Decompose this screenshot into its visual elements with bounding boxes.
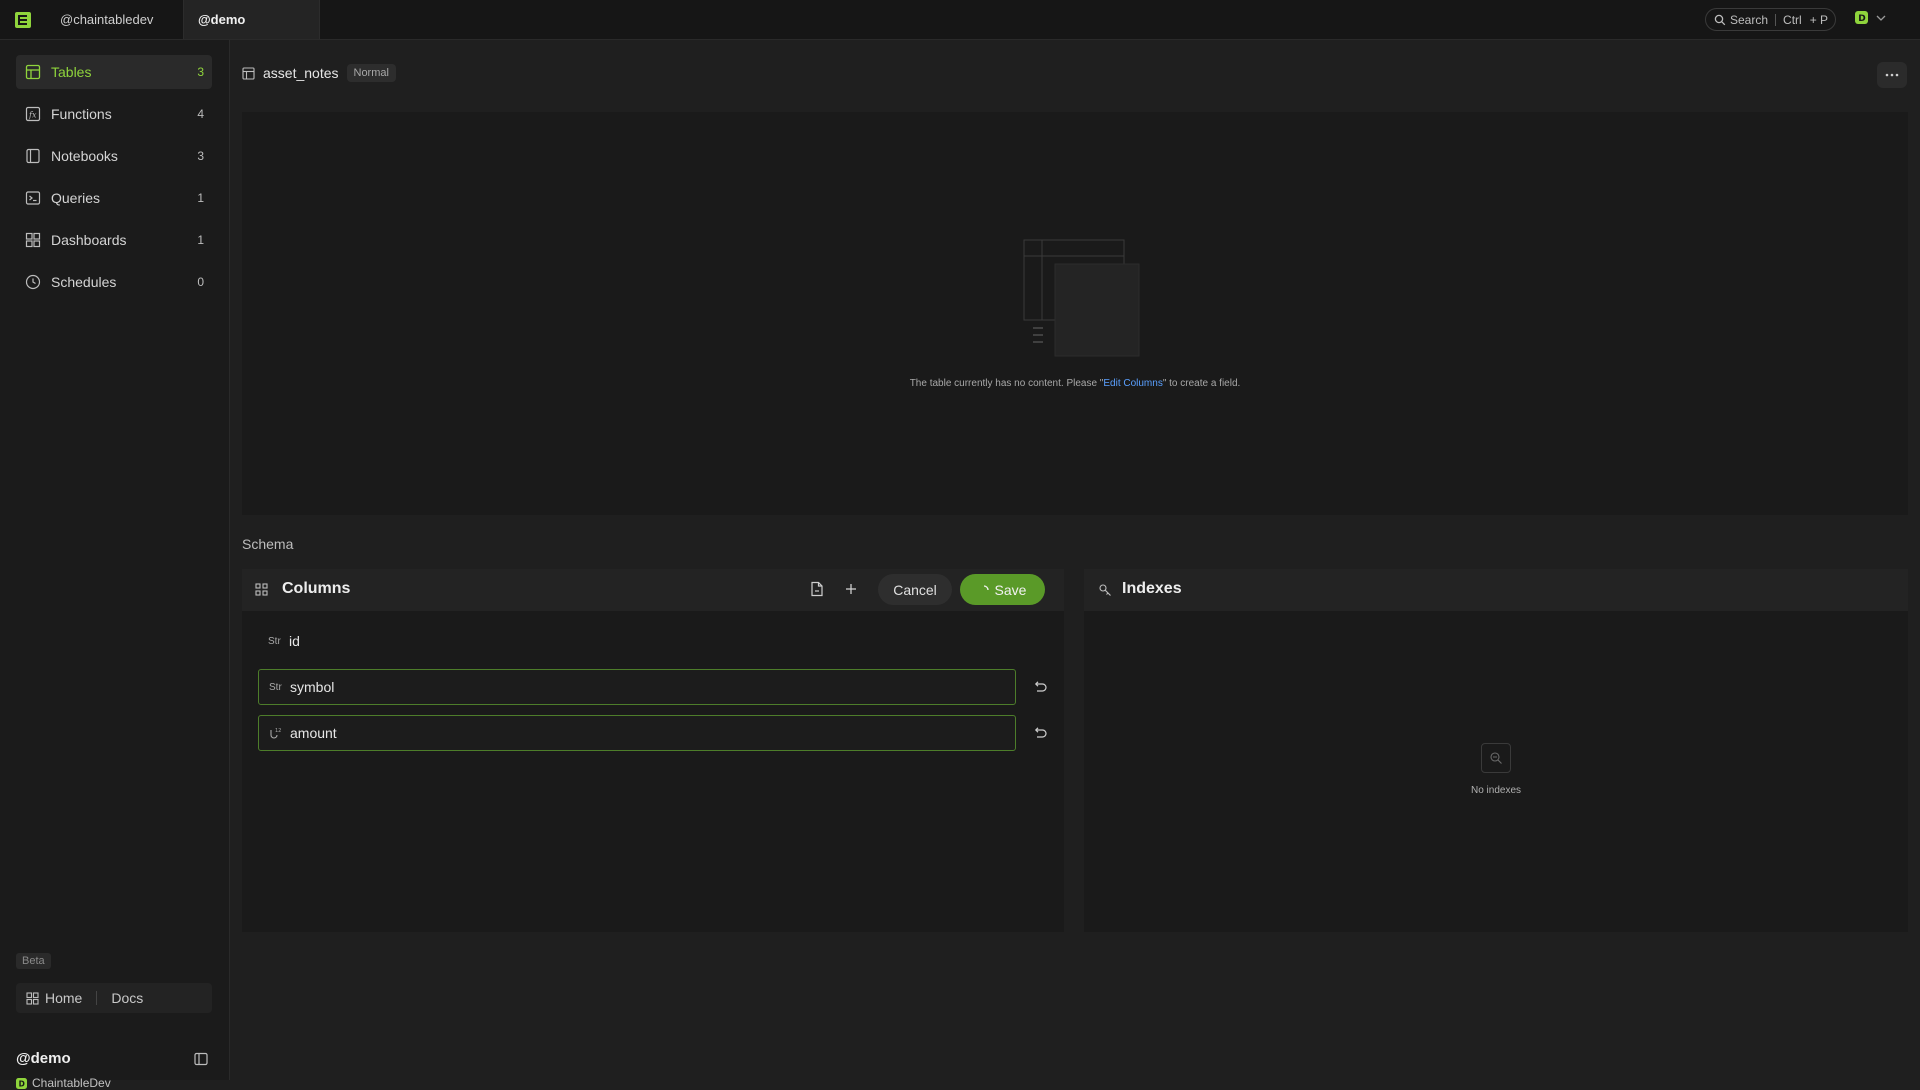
chevron-down-icon — [1876, 15, 1886, 21]
columns-grid-icon — [255, 583, 268, 596]
docs-link[interactable]: Docs — [111, 990, 143, 1006]
table-icon — [25, 64, 41, 80]
empty-message-text-end: " to create a field. — [1162, 378, 1241, 389]
search-label: Search — [1730, 12, 1769, 27]
function-icon: fx — [25, 106, 41, 122]
no-indexes-text: No indexes — [1470, 785, 1522, 796]
cancel-button[interactable]: Cancel — [878, 574, 952, 605]
loading-spinner-icon — [983, 584, 989, 590]
tab-chaintabledev[interactable]: @chaintabledev — [46, 0, 183, 39]
user-menu[interactable]: D — [1855, 11, 1886, 24]
svg-text:123: 123 — [275, 728, 281, 734]
undo-amount-button[interactable] — [1032, 725, 1048, 741]
sidebar-item-label: Queries — [51, 190, 101, 206]
sidebar-item-count: 4 — [197, 107, 204, 121]
home-docs-bar: Home Docs — [16, 983, 212, 1013]
terminal-icon — [25, 191, 41, 205]
column-type: Str — [269, 681, 282, 693]
indexes-header: Indexes — [1084, 569, 1908, 611]
table-icon — [242, 66, 255, 80]
columns-header: Columns Cancel Save — [242, 569, 1064, 611]
document-icon — [811, 581, 823, 597]
dashboard-icon — [25, 232, 41, 248]
more-options-button[interactable] — [1877, 62, 1907, 88]
column-name: id — [289, 633, 300, 649]
edit-columns-link[interactable]: Edit Columns — [1103, 378, 1162, 389]
sidebar-item-queries[interactable]: Queries 1 — [16, 181, 212, 215]
sidebar-item-label: Notebooks — [51, 148, 118, 164]
svg-text:D: D — [19, 1079, 25, 1088]
column-type: Str — [268, 635, 281, 647]
sidebar-item-count: 1 — [197, 233, 204, 247]
indexes-title: Indexes — [1122, 580, 1182, 597]
sidebar-item-count: 1 — [197, 191, 204, 205]
columns-panel: Columns Cancel Save Str id Str symbol 12… — [242, 569, 1064, 932]
empty-message-text: The table currently has no content. Plea… — [909, 378, 1104, 389]
indexes-panel: Indexes No indexes — [1084, 569, 1908, 932]
sidebar-item-schedules[interactable]: Schedules 0 — [16, 265, 212, 299]
column-name: symbol — [290, 679, 335, 695]
organization[interactable]: D ChaintableDev — [16, 1076, 111, 1090]
no-indexes-search-icon — [1481, 743, 1511, 773]
sidebar-item-notebooks[interactable]: Notebooks 3 — [16, 139, 212, 173]
column-row-amount[interactable]: 123 amount — [258, 715, 1016, 751]
sidebar-item-label: Schedules — [51, 274, 117, 290]
home-link[interactable]: Home — [45, 990, 82, 1006]
table-content-panel: The table currently has no content. Plea… — [242, 112, 1908, 515]
empty-table-message: The table currently has no content. Plea… — [242, 378, 1908, 389]
app-logo-icon[interactable] — [14, 11, 32, 29]
undo-icon — [1034, 681, 1047, 692]
home-docs-divider — [96, 991, 98, 1005]
ellipsis-icon — [1885, 73, 1899, 77]
table-header: asset_notes Normal — [242, 64, 396, 82]
search-button[interactable]: Search Ctrl + P — [1705, 8, 1836, 31]
sidebar-toggle-icon — [194, 1052, 208, 1066]
column-name: amount — [290, 725, 337, 741]
import-columns-button[interactable] — [809, 581, 825, 597]
search-divider — [1775, 13, 1777, 26]
org-name: ChaintableDev — [32, 1076, 111, 1090]
table-type-badge: Normal — [346, 64, 396, 82]
svg-text:D: D — [1858, 14, 1865, 24]
sidebar-item-functions[interactable]: fx Functions 4 — [16, 97, 212, 131]
grid-icon — [26, 991, 39, 1005]
sidebar-item-count: 3 — [197, 149, 204, 163]
column-row-id[interactable]: Str id — [258, 623, 1016, 659]
save-label: Save — [994, 581, 1027, 598]
tab-demo[interactable]: @demo — [183, 0, 320, 39]
collapse-sidebar-button[interactable] — [194, 1052, 208, 1066]
columns-title: Columns — [282, 580, 351, 597]
undo-icon — [1034, 727, 1047, 738]
search-icon — [1714, 14, 1726, 25]
notebook-icon — [26, 148, 40, 164]
undo-symbol-button[interactable] — [1032, 679, 1048, 695]
user-avatar-icon: D — [1855, 11, 1868, 24]
beta-badge: Beta — [16, 953, 51, 969]
clock-icon — [25, 274, 41, 290]
sidebar-item-count: 0 — [197, 275, 204, 289]
top-bar: @chaintabledev @demo Search Ctrl + P D — [0, 0, 1920, 40]
sidebar-item-label: Tables — [51, 64, 92, 80]
sidebar-item-label: Dashboards — [51, 232, 127, 248]
shortcut-mod: Ctrl — [1783, 12, 1802, 27]
workspace-name: @demo — [16, 1050, 71, 1067]
svg-text:fx: fx — [28, 111, 37, 120]
sidebar-item-label: Functions — [51, 106, 112, 122]
save-button[interactable]: Save — [960, 574, 1045, 605]
add-column-button[interactable] — [843, 581, 859, 597]
sidebar-item-tables[interactable]: Tables 3 — [16, 55, 212, 89]
schema-heading: Schema — [242, 536, 294, 552]
number-type-icon: 123 — [269, 727, 290, 739]
sidebar: Tables 3 fx Functions 4 Notebooks 3 Quer… — [0, 40, 230, 1090]
shortcut-key: + P — [1809, 12, 1829, 27]
empty-table-illustration-icon — [1022, 238, 1142, 358]
org-logo-icon: D — [16, 1077, 27, 1089]
sidebar-item-count: 3 — [197, 65, 204, 79]
index-icon — [1098, 583, 1112, 597]
table-name: asset_notes — [263, 65, 339, 81]
sidebar-item-dashboards[interactable]: Dashboards 1 — [16, 223, 212, 257]
plus-icon — [846, 584, 856, 594]
column-row-symbol[interactable]: Str symbol — [258, 669, 1016, 705]
